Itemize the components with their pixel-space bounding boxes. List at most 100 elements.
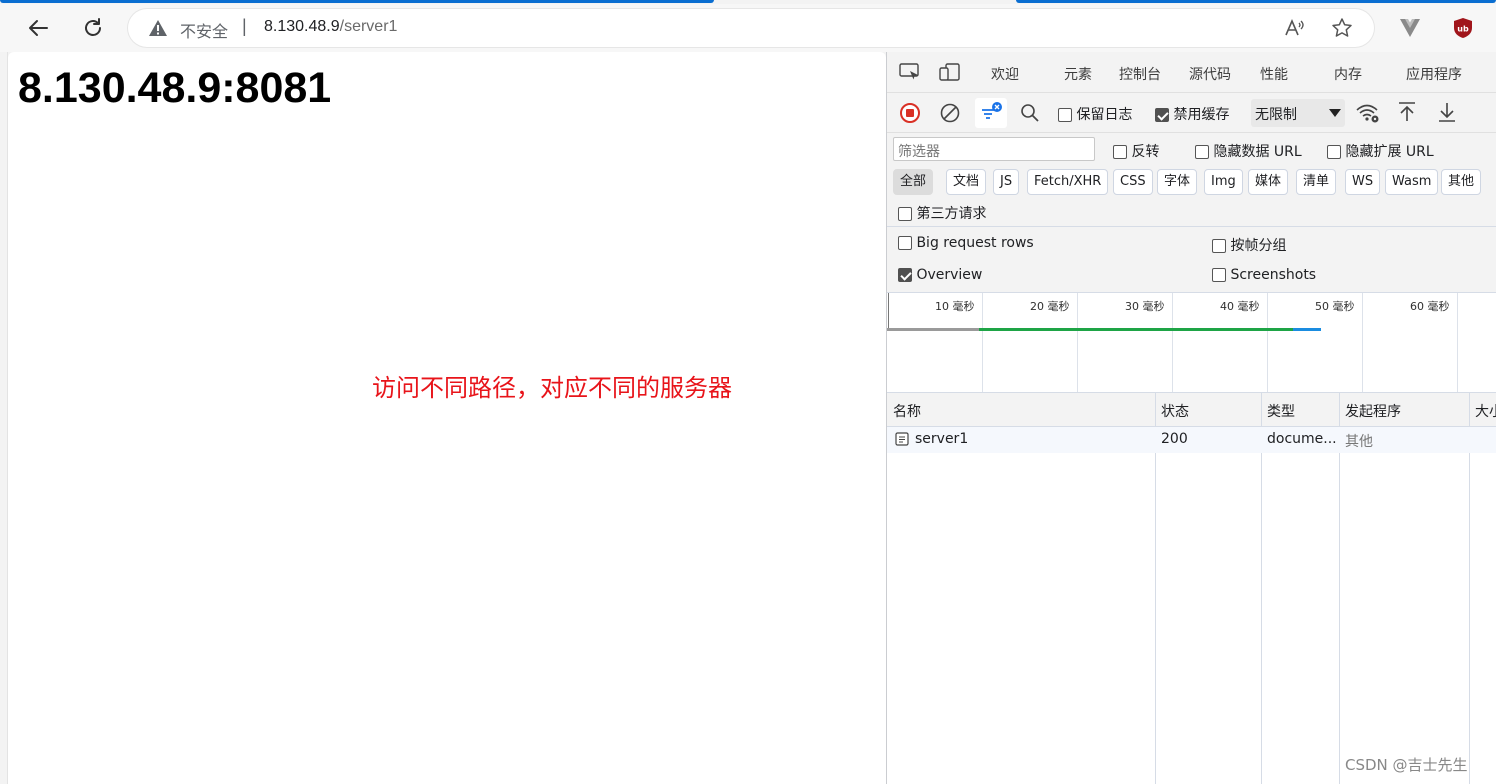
devtools-panel: 欢迎 元素 控制台 源代码 性能 内存 应用程序 保留日志 禁用缓存 无限制 筛… bbox=[886, 52, 1496, 784]
hide-ext-urls-checkbox[interactable]: 隐藏扩展 URL bbox=[1327, 141, 1434, 161]
hide-data-urls-checkbox-box bbox=[1195, 145, 1209, 159]
timeline-gridline bbox=[1362, 293, 1363, 393]
back-button[interactable] bbox=[22, 12, 54, 44]
network-settings: Big request rows 按帧分组 Overview Screensho… bbox=[887, 226, 1496, 292]
favorite-star-icon[interactable] bbox=[1330, 16, 1354, 40]
filter-type-wasm[interactable]: Wasm bbox=[1385, 169, 1439, 195]
timeline-tick-label: 20 毫秒 bbox=[1030, 300, 1070, 313]
search-icon[interactable] bbox=[1019, 102, 1041, 128]
tab-console[interactable]: 控制台 bbox=[1119, 64, 1161, 84]
request-name[interactable]: server1 bbox=[915, 431, 968, 447]
timeline-bar-waiting bbox=[887, 328, 979, 331]
warning-icon[interactable] bbox=[148, 18, 168, 42]
filter-input[interactable]: 筛选器 bbox=[893, 137, 1095, 161]
column-header-initiator[interactable]: 发起程序 bbox=[1345, 401, 1401, 421]
preserve-log-checkbox[interactable]: 保留日志 bbox=[1058, 104, 1132, 124]
invert-checkbox[interactable]: 反转 bbox=[1113, 141, 1159, 161]
url-text[interactable]: 8.130.48.9/server1 bbox=[264, 18, 397, 36]
back-arrow-icon bbox=[29, 20, 48, 36]
tab-application[interactable]: 应用程序 bbox=[1406, 64, 1462, 84]
hide-data-urls-checkbox[interactable]: 隐藏数据 URL bbox=[1195, 141, 1302, 161]
timeline-tick-label: 50 毫秒 bbox=[1315, 300, 1355, 313]
filter-type-css[interactable]: CSS bbox=[1113, 169, 1153, 195]
tab-elements[interactable]: 元素 bbox=[1064, 64, 1092, 84]
timeline-cursor bbox=[888, 293, 889, 329]
filter-icon bbox=[982, 102, 1002, 119]
column-header-size[interactable]: 大小 bbox=[1475, 401, 1496, 421]
read-aloud-icon[interactable] bbox=[1282, 16, 1306, 40]
filter-type-manifest[interactable]: 清单 bbox=[1296, 169, 1337, 195]
export-har-icon[interactable] bbox=[1436, 100, 1458, 128]
disable-cache-checkbox[interactable]: 禁用缓存 bbox=[1155, 104, 1229, 124]
filter-type-all[interactable]: 全部 bbox=[893, 169, 934, 195]
watermark: CSDN @吉士先生 bbox=[1345, 756, 1468, 774]
active-tab-indicator bbox=[0, 0, 714, 3]
hide-data-urls-label: 隐藏数据 URL bbox=[1213, 144, 1302, 160]
group-by-frame-label: 按帧分组 bbox=[1230, 238, 1287, 254]
inspect-element-icon[interactable] bbox=[899, 62, 921, 86]
filter-type-img[interactable]: Img bbox=[1204, 169, 1243, 195]
filter-bar: 筛选器 反转 隐藏数据 URL 隐藏扩展 URL 全部 文档 JS Fetch/… bbox=[887, 132, 1496, 226]
record-icon[interactable] bbox=[899, 102, 921, 128]
timeline-bar-ttfb bbox=[979, 328, 1293, 331]
third-party-checkbox-box bbox=[898, 207, 912, 221]
devtools-tab-bar: 欢迎 元素 控制台 源代码 性能 内存 应用程序 bbox=[887, 52, 1496, 92]
filter-type-other[interactable]: 其他 bbox=[1441, 169, 1482, 195]
hide-ext-urls-label: 隐藏扩展 URL bbox=[1345, 144, 1434, 160]
disable-cache-checkbox-box bbox=[1155, 108, 1169, 122]
overview-checkbox[interactable]: Overview bbox=[898, 267, 982, 283]
overview-label: Overview bbox=[916, 267, 983, 283]
browser-window: 不安全 | 8.130.48.9/server1 ub 8.130.48.9:8… bbox=[0, 0, 1496, 784]
refresh-button[interactable] bbox=[77, 12, 109, 44]
left-edge bbox=[0, 52, 8, 784]
filter-type-ws[interactable]: WS bbox=[1345, 169, 1381, 195]
group-by-frame-checkbox-box bbox=[1212, 239, 1226, 253]
ublock-extension-icon[interactable]: ub bbox=[1447, 12, 1479, 44]
hide-ext-urls-checkbox-box bbox=[1327, 145, 1341, 159]
filter-toggle-button[interactable] bbox=[975, 98, 1007, 128]
column-header-status[interactable]: 状态 bbox=[1161, 401, 1189, 421]
column-header-name[interactable]: 名称 bbox=[893, 401, 921, 421]
request-status: 200 bbox=[1161, 431, 1188, 447]
tab-indicator bbox=[1016, 0, 1496, 3]
timeline-gridline bbox=[982, 293, 983, 393]
tab-welcome[interactable]: 欢迎 bbox=[991, 64, 1019, 84]
filter-type-font[interactable]: 字体 bbox=[1157, 169, 1198, 195]
filter-type-media[interactable]: 媒体 bbox=[1248, 169, 1289, 195]
tab-performance[interactable]: 性能 bbox=[1260, 64, 1288, 84]
dropdown-arrow-icon bbox=[1329, 109, 1341, 117]
address-bar[interactable]: 不安全 | 8.130.48.9/server1 bbox=[128, 9, 1374, 47]
browser-toolbar: 不安全 | 8.130.48.9/server1 ub bbox=[0, 4, 1496, 52]
vue-devtools-extension-icon[interactable] bbox=[1394, 12, 1426, 44]
filter-type-fetch-xhr[interactable]: Fetch/XHR bbox=[1027, 169, 1109, 195]
device-toolbar-icon[interactable] bbox=[939, 62, 961, 86]
preserve-log-label: 保留日志 bbox=[1076, 107, 1133, 123]
throttle-value: 无限制 bbox=[1255, 107, 1297, 123]
tab-sources[interactable]: 源代码 bbox=[1189, 64, 1231, 84]
big-rows-label: Big request rows bbox=[916, 235, 1034, 251]
throttle-select[interactable]: 无限制 bbox=[1251, 99, 1345, 127]
third-party-checkbox[interactable]: 第三方请求 bbox=[898, 203, 986, 223]
screenshots-checkbox-box bbox=[1212, 268, 1226, 282]
big-rows-checkbox[interactable]: Big request rows bbox=[898, 235, 1034, 251]
network-conditions-icon[interactable] bbox=[1355, 101, 1381, 129]
svg-text:ub: ub bbox=[1457, 25, 1469, 34]
column-header-type[interactable]: 类型 bbox=[1267, 401, 1295, 421]
screenshots-label: Screenshots bbox=[1230, 267, 1317, 283]
tab-memory[interactable]: 内存 bbox=[1334, 64, 1362, 84]
timeline-gridline bbox=[1172, 293, 1173, 393]
security-label[interactable]: 不安全 bbox=[180, 18, 228, 42]
timeline-tick-label: 10 毫秒 bbox=[935, 300, 975, 313]
group-by-frame-checkbox[interactable]: 按帧分组 bbox=[1212, 235, 1286, 255]
table-row[interactable]: server1 200 docume... 其他 bbox=[887, 427, 1496, 453]
timeline-bar-download bbox=[1293, 328, 1321, 331]
filter-type-doc[interactable]: 文档 bbox=[946, 169, 987, 195]
import-har-icon[interactable] bbox=[1396, 100, 1418, 128]
url-host: 8.130.48.9 bbox=[264, 18, 340, 35]
address-separator: | bbox=[242, 16, 247, 36]
clear-icon[interactable] bbox=[939, 102, 961, 128]
screenshots-checkbox[interactable]: Screenshots bbox=[1212, 267, 1316, 283]
timeline-overview[interactable]: 10 毫秒 20 毫秒 30 毫秒 40 毫秒 50 毫秒 60 毫秒 bbox=[887, 292, 1496, 393]
filter-type-js[interactable]: JS bbox=[993, 169, 1020, 195]
requests-table-header: 名称 状态 类型 发起程序 大小 bbox=[887, 393, 1496, 427]
